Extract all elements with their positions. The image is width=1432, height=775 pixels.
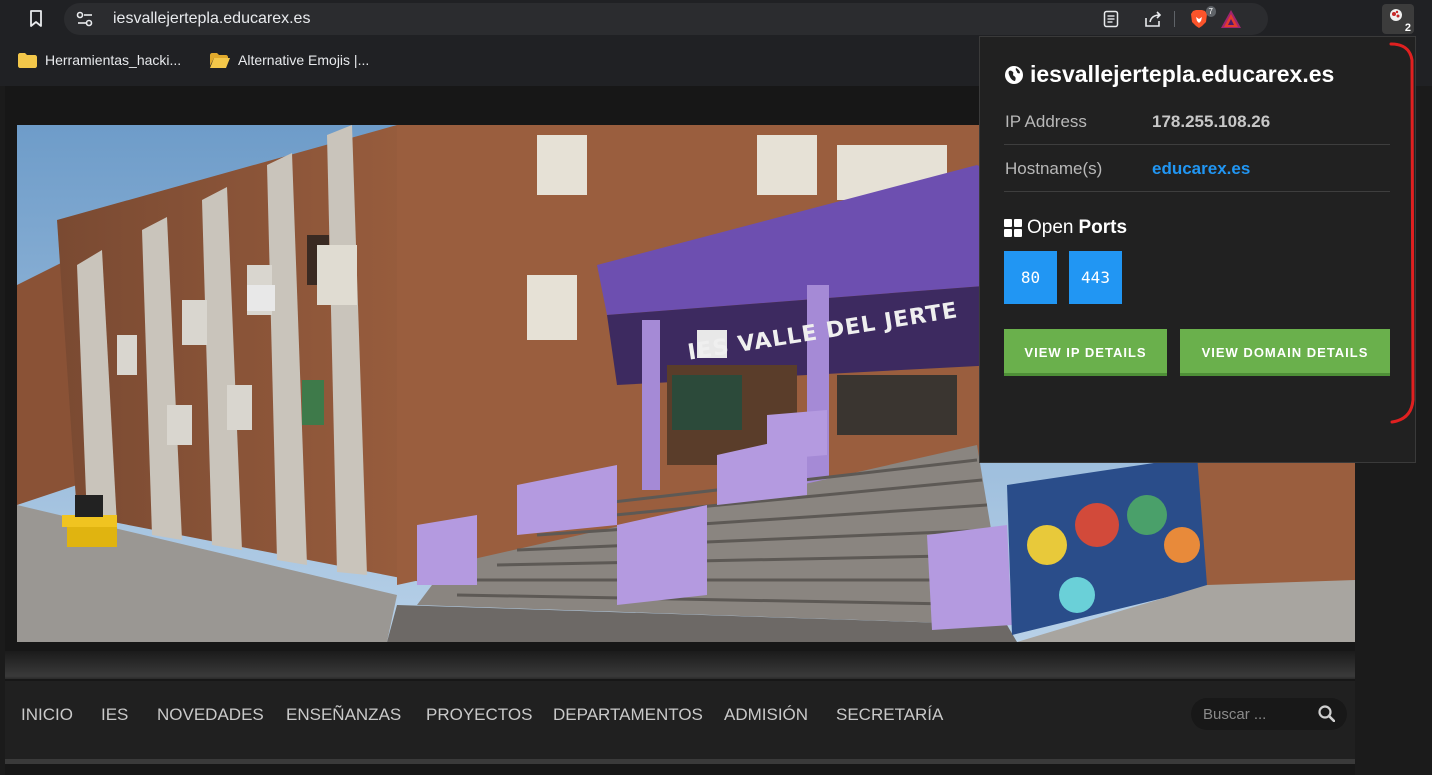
ports-title-light: Open <box>1027 217 1074 238</box>
open-folder-icon <box>210 52 230 68</box>
bookmark-label: Alternative Emojis |... <box>238 52 370 68</box>
hostname-label: Hostname(s) <box>1005 159 1103 178</box>
ports-title-bold: Ports <box>1078 217 1128 238</box>
view-ip-details-button[interactable]: VIEW IP DETAILS <box>1004 329 1167 376</box>
nav-item-novedades[interactable]: NOVEDADES <box>157 705 264 725</box>
ip-address-row: IP Address 178.255.108.26 <box>1004 98 1390 145</box>
divider <box>5 759 1355 764</box>
extension-count: 2 <box>1404 22 1411 34</box>
brave-rewards-icon[interactable] <box>1220 8 1242 30</box>
search-box <box>1191 698 1347 730</box>
bookmark-folder-emojis[interactable]: Alternative Emojis |... <box>210 52 369 68</box>
nav-item-proyectos[interactable]: PROYECTOS <box>426 705 532 725</box>
nav-item-inicio[interactable]: INICIO <box>21 705 73 725</box>
globe-icon <box>1005 65 1023 84</box>
bookmark-icon[interactable] <box>24 7 48 31</box>
ip-address-value: 178.255.108.26 <box>1152 112 1271 131</box>
hero-shadow <box>5 651 1355 679</box>
divider <box>1174 11 1175 27</box>
grid-icon <box>1004 219 1022 237</box>
shodan-popup: iesvallejertepla.educarex.es IP Address … <box>979 36 1416 463</box>
port-80[interactable]: 80 <box>1004 251 1057 304</box>
port-443[interactable]: 443 <box>1069 251 1122 304</box>
extension-button[interactable]: 2 <box>1382 4 1414 34</box>
red-bracket-annotation <box>1389 42 1415 424</box>
site-info-icon[interactable] <box>74 9 96 29</box>
popup-domain-title: iesvallejertepla.educarex.es <box>1004 61 1334 88</box>
browser-toolbar: iesvallejertepla.educarex.es 7 2 <box>0 0 1432 38</box>
brave-shields-icon[interactable]: 7 <box>1188 6 1216 30</box>
nav-item-departamentos[interactable]: DEPARTAMENTOS <box>553 705 703 725</box>
hostname-row: Hostname(s) educarex.es <box>1004 145 1390 192</box>
nav-item-secretaria[interactable]: SECRETARÍA <box>836 705 943 725</box>
open-ports-heading: Open Ports <box>1004 217 1127 239</box>
nav-item-ies[interactable]: IES <box>101 705 128 725</box>
url-text[interactable]: iesvallejertepla.educarex.es <box>113 10 310 28</box>
nav-item-admision[interactable]: ADMISIÓN <box>724 705 808 725</box>
main-navigation: INICIO IES NOVEDADES ENSEÑANZAS PROYECTO… <box>5 681 1355 759</box>
bookmark-label: Herramientas_hacki... <box>45 52 182 68</box>
folder-icon <box>18 52 37 68</box>
address-bar[interactable]: iesvallejertepla.educarex.es 7 <box>64 3 1268 35</box>
domain-text: iesvallejertepla.educarex.es <box>1030 61 1335 87</box>
nav-item-ensenanzas[interactable]: ENSEÑANZAS <box>286 705 401 725</box>
hostname-link[interactable]: educarex.es <box>1152 159 1250 179</box>
search-input[interactable] <box>1203 704 1311 724</box>
ip-address-label: IP Address <box>1005 112 1087 131</box>
brave-badge-count: 7 <box>1205 6 1216 17</box>
view-domain-details-button[interactable]: VIEW DOMAIN DETAILS <box>1180 329 1390 376</box>
reader-mode-icon[interactable] <box>1100 8 1122 30</box>
search-icon[interactable] <box>1318 705 1335 722</box>
share-icon[interactable] <box>1142 8 1164 30</box>
bookmark-folder-herramientas[interactable]: Herramientas_hacki... <box>18 52 181 68</box>
